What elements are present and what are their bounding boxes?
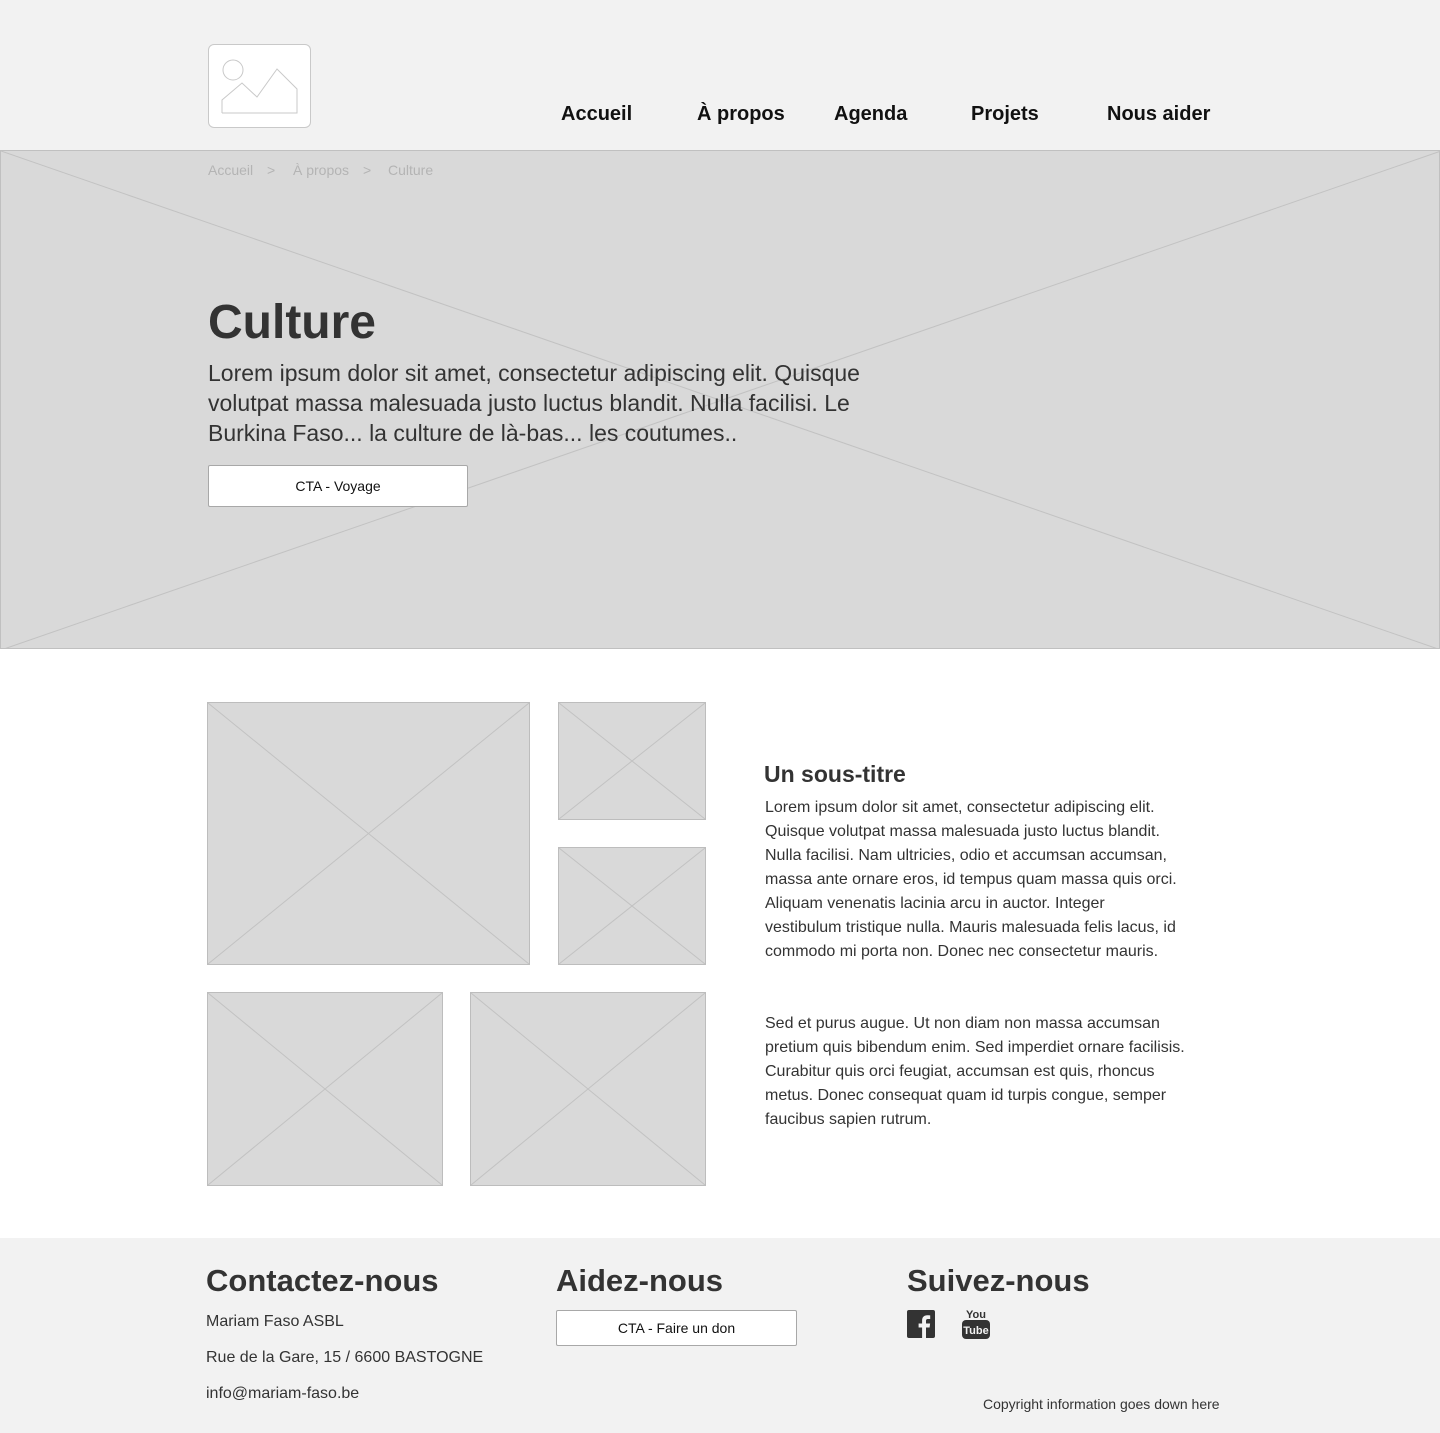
cta-donate-button[interactable]: CTA - Faire un don	[556, 1310, 797, 1346]
breadcrumb-a-propos[interactable]: À propos	[293, 162, 349, 178]
gallery-image-placeholder	[558, 847, 706, 965]
site-header: Accueil À propos Agenda Projets Nous aid…	[0, 0, 1440, 150]
breadcrumb-separator: >	[363, 162, 372, 178]
nav-a-propos[interactable]: À propos	[697, 103, 785, 126]
hero-intro-text: Lorem ipsum dolor sit amet, consectetur …	[208, 360, 860, 446]
breadcrumb-culture: Culture	[388, 162, 434, 178]
youtube-icon[interactable]: You Tube	[962, 1307, 992, 1339]
nav-nous-aider[interactable]: Nous aider	[1107, 103, 1210, 126]
contact-address: Rue de la Gare, 15 / 6600 BASTOGNE	[206, 1349, 484, 1366]
section-subtitle: Un sous-titre	[764, 761, 906, 787]
facebook-icon[interactable]	[907, 1310, 937, 1340]
copyright-text: Copyright information goes down here	[983, 1396, 1220, 1412]
contact-email-link[interactable]: info@mariam-faso.be	[206, 1385, 359, 1403]
follow-heading: Suivez-nous	[907, 1263, 1090, 1298]
page-title: Culture	[208, 296, 376, 349]
nav-projets[interactable]: Projets	[971, 103, 1039, 126]
svg-text:You: You	[966, 1309, 986, 1321]
gallery-image-placeholder	[207, 992, 443, 1186]
site-footer: Contactez-nous Mariam Faso ASBL Rue de l…	[0, 1238, 1440, 1433]
contact-heading: Contactez-nous	[206, 1263, 439, 1298]
breadcrumb-separator: >	[267, 162, 276, 178]
logo-image-placeholder-icon[interactable]	[208, 44, 311, 128]
help-heading: Aidez-nous	[556, 1263, 724, 1298]
hero-banner-placeholder: Accueil > À propos > Culture Culture Lor…	[0, 150, 1440, 649]
nav-accueil[interactable]: Accueil	[561, 103, 632, 126]
breadcrumb-accueil[interactable]: Accueil	[208, 162, 253, 178]
gallery-image-placeholder	[558, 702, 706, 820]
body-paragraph: Lorem ipsum dolor sit amet, consectetur …	[765, 799, 1177, 960]
nav-agenda[interactable]: Agenda	[834, 103, 907, 126]
gallery-image-placeholder	[470, 992, 706, 1186]
body-paragraph: Sed et purus augue. Ut non diam non mass…	[765, 1015, 1185, 1128]
contact-organisation: Mariam Faso ASBL	[206, 1313, 344, 1330]
svg-text:Tube: Tube	[963, 1325, 988, 1337]
gallery-image-placeholder	[207, 702, 530, 965]
cta-voyage-button[interactable]: CTA - Voyage	[208, 465, 468, 507]
